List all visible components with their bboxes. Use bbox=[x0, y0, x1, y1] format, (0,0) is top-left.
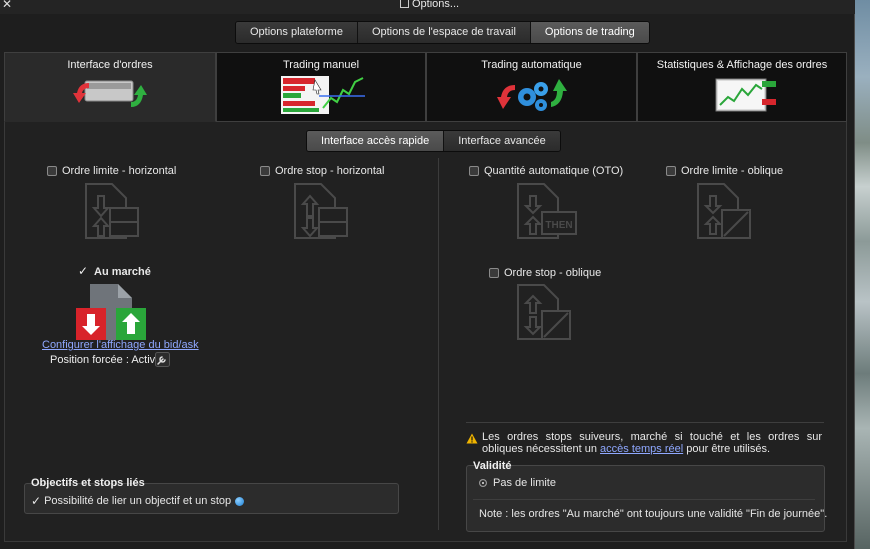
tab-statistics-display[interactable]: Statistiques & Affichage des ordres bbox=[637, 52, 847, 122]
tab-manual-trading[interactable]: Trading manuel bbox=[216, 52, 426, 122]
limit-horizontal-checkbox[interactable]: Ordre limite - horizontal bbox=[47, 165, 176, 177]
checkbox-box[interactable] bbox=[666, 166, 676, 176]
checkmark-icon[interactable]: ✓ bbox=[78, 265, 90, 278]
tab-automatic-trading[interactable]: Trading automatique bbox=[426, 52, 637, 122]
automatic-trading-icon bbox=[497, 79, 567, 111]
auto-quantity-ghost-icon: THEN bbox=[517, 183, 577, 239]
manual-trading-icon bbox=[281, 76, 365, 114]
stop-horizontal-checkbox[interactable]: Ordre stop - horizontal bbox=[260, 165, 384, 177]
market-order-checkbox[interactable]: ✓ Au marché bbox=[78, 265, 151, 278]
order-interface-icon bbox=[73, 80, 147, 107]
auto-quantity-oto-checkbox[interactable]: Quantité automatique (OTO) bbox=[469, 165, 623, 177]
tab-platform-options[interactable]: Options plateforme bbox=[236, 22, 358, 43]
window-title: Options... bbox=[400, 0, 459, 10]
validity-group: Validité Pas de limite Note : les ordres… bbox=[466, 460, 828, 532]
info-bubble-icon[interactable] bbox=[235, 496, 245, 506]
tab-advanced-interface[interactable]: Interface avancée bbox=[444, 131, 560, 151]
stop-horizontal-ghost-icon bbox=[294, 183, 348, 239]
radio-selected-icon[interactable] bbox=[479, 479, 487, 487]
interface-mode-bar: Interface accès rapide Interface avancée bbox=[306, 130, 561, 152]
checkbox-box[interactable] bbox=[47, 166, 57, 176]
objectives-stops-group: Objectifs et stops liés ✓ Possibilité de… bbox=[24, 477, 399, 514]
objectives-title: Objectifs et stops liés bbox=[31, 477, 145, 489]
checkbox-box[interactable] bbox=[489, 268, 499, 278]
link-objective-stop-checkbox[interactable]: ✓ Possibilité de lier un objectif et un … bbox=[31, 494, 245, 508]
tab-order-interface[interactable]: Interface d'ordres bbox=[4, 52, 216, 122]
configure-bidask-link[interactable]: Configurer l'affichage du bid/ask bbox=[42, 339, 199, 351]
options-window: ✕ Options... Options plateforme Options … bbox=[0, 0, 855, 549]
no-limit-radio[interactable]: Pas de limite bbox=[479, 477, 556, 489]
desktop-background bbox=[855, 0, 870, 549]
panel-divider bbox=[438, 158, 439, 530]
limit-oblique-checkbox[interactable]: Ordre limite - oblique bbox=[666, 165, 783, 177]
checkbox-box[interactable] bbox=[469, 166, 479, 176]
tab-trading-options[interactable]: Options de trading bbox=[530, 22, 649, 43]
then-label: THEN bbox=[545, 220, 572, 231]
validity-note: Note : les ordres "Au marché" ont toujou… bbox=[479, 508, 828, 520]
stop-oblique-checkbox[interactable]: Ordre stop - oblique bbox=[489, 267, 601, 279]
tab-workspace-options[interactable]: Options de l'espace de travail bbox=[357, 22, 531, 43]
close-icon[interactable]: ✕ bbox=[2, 0, 12, 11]
market-order-icon bbox=[76, 284, 146, 340]
top-tab-bar: Options plateforme Options de l'espace d… bbox=[235, 21, 650, 44]
checkmark-icon[interactable]: ✓ bbox=[31, 494, 41, 508]
stop-oblique-ghost-icon bbox=[517, 284, 571, 340]
checkbox-box[interactable] bbox=[260, 166, 270, 176]
section-separator bbox=[466, 422, 824, 423]
limit-oblique-ghost-icon bbox=[697, 183, 751, 239]
window-icon bbox=[400, 0, 409, 8]
statistics-chart-icon bbox=[715, 78, 776, 112]
realtime-warning: Les ordres stops suiveurs, marché si tou… bbox=[466, 431, 822, 455]
warning-icon bbox=[466, 433, 478, 444]
validity-separator bbox=[473, 499, 815, 500]
forced-position-text: Position forcée : Activé bbox=[50, 354, 162, 366]
validity-title: Validité bbox=[473, 460, 512, 472]
title-bar: ✕ Options... bbox=[0, 0, 855, 14]
limit-horizontal-ghost-icon bbox=[85, 183, 139, 239]
wrench-icon[interactable] bbox=[155, 352, 170, 367]
tab-quick-access-interface[interactable]: Interface accès rapide bbox=[307, 131, 445, 151]
realtime-access-link[interactable]: accès temps réel bbox=[600, 443, 683, 455]
